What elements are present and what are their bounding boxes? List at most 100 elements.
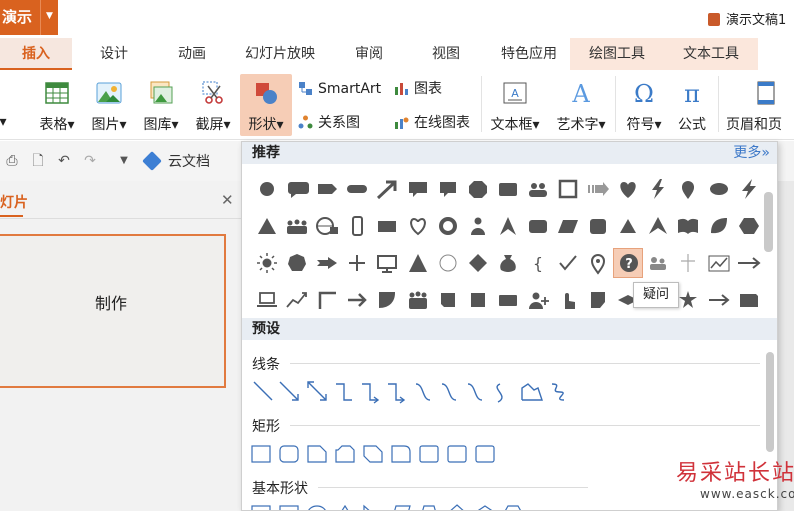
- thick-arrow-icon[interactable]: [312, 248, 342, 278]
- oval-icon[interactable]: [308, 505, 326, 511]
- question-bubble-icon[interactable]: ?: [613, 248, 644, 278]
- folded-corner-icon[interactable]: [583, 285, 613, 315]
- touch-hand-icon[interactable]: [553, 285, 583, 315]
- round-same-side-rectangle-icon[interactable]: [447, 445, 467, 463]
- shapes-button[interactable]: 形状▾: [240, 74, 292, 136]
- circle-outline-icon[interactable]: [433, 248, 463, 278]
- app-menu-button[interactable]: 演示 ▼: [0, 0, 58, 35]
- person-icon[interactable]: [463, 211, 493, 241]
- heptagon-icon[interactable]: [282, 248, 312, 278]
- thin-cross-icon[interactable]: [673, 248, 703, 278]
- tab-review[interactable]: 审阅: [338, 38, 400, 70]
- snip-round-rectangle-icon[interactable]: [391, 445, 411, 463]
- tab-drawing-tools[interactable]: 绘图工具: [570, 38, 664, 70]
- cloud-document-button[interactable]: 云文档: [142, 151, 210, 173]
- sun-icon[interactable]: [252, 248, 282, 278]
- triangle-icon[interactable]: [336, 504, 354, 511]
- tab-features[interactable]: 特色应用: [488, 38, 570, 70]
- octagon-icon[interactable]: [463, 174, 493, 204]
- online-chart-button[interactable]: 在线图表: [394, 112, 470, 134]
- long-arrow-icon[interactable]: [734, 248, 764, 278]
- callout-rect-icon[interactable]: [433, 174, 463, 204]
- curve-icon[interactable]: [496, 383, 503, 403]
- close-icon[interactable]: ✕: [221, 191, 234, 209]
- brace-icon[interactable]: {: [523, 248, 553, 278]
- vertical-textbox-icon[interactable]: [279, 505, 299, 511]
- parallelogram-icon[interactable]: [553, 211, 583, 241]
- arrowhead-icon[interactable]: [643, 211, 673, 241]
- globe-network-icon[interactable]: [312, 211, 342, 241]
- arrow-line-icon[interactable]: [279, 381, 299, 401]
- textbox-button[interactable]: A 文本框▾: [484, 74, 546, 136]
- smartart-button[interactable]: SmartArt: [298, 78, 381, 100]
- print-preview-icon[interactable]: 🗋: [30, 153, 46, 169]
- textbox-shape-icon[interactable]: [251, 505, 271, 511]
- hexagon-icon[interactable]: [504, 505, 522, 511]
- shapes-scrollbar[interactable]: [764, 192, 773, 252]
- rounded-square-icon[interactable]: [583, 211, 613, 241]
- snip-corner-rectangle-icon[interactable]: [307, 445, 327, 463]
- trapezoid-icon[interactable]: [420, 505, 438, 511]
- undo-icon[interactable]: ↶: [56, 153, 72, 169]
- more-shapes-link[interactable]: 更多»: [733, 142, 770, 164]
- square-icon[interactable]: [463, 285, 493, 315]
- chevron-down-icon[interactable]: ▼: [40, 0, 58, 35]
- parallelogram-icon[interactable]: [392, 505, 411, 511]
- arrowhead-up-icon[interactable]: [493, 211, 523, 241]
- curve-double-arrow-icon[interactable]: [467, 383, 483, 401]
- flat-rect-icon[interactable]: [372, 211, 402, 241]
- table-button[interactable]: 表格▾: [32, 74, 82, 136]
- rect-rounded-icon[interactable]: [493, 174, 523, 204]
- print-icon[interactable]: ⎙: [4, 153, 20, 169]
- header-footer-button[interactable]: 页眉和页: [726, 74, 794, 136]
- scribble-icon[interactable]: [551, 383, 565, 401]
- rounded-rectangle-icon[interactable]: [279, 445, 299, 463]
- preset-scrollbar[interactable]: [766, 352, 774, 452]
- triangle-small-icon[interactable]: [613, 211, 643, 241]
- line-shape-icon[interactable]: [253, 381, 273, 401]
- hexagon-icon[interactable]: [734, 211, 764, 241]
- rounded-bar-icon[interactable]: [342, 174, 372, 204]
- diamond-icon[interactable]: [448, 504, 466, 511]
- symbol-button[interactable]: Ω 符号▾: [620, 74, 668, 136]
- heart-outline-icon[interactable]: [403, 211, 433, 241]
- chart-button[interactable]: 图表: [394, 78, 442, 100]
- round-diagonal-rectangle-icon[interactable]: [475, 445, 495, 463]
- donut-icon[interactable]: [433, 211, 463, 241]
- card-icon[interactable]: [523, 211, 553, 241]
- ellipse-icon[interactable]: [704, 174, 734, 204]
- right-triangle-icon[interactable]: [363, 504, 380, 511]
- screenshot-button[interactable]: 截屏▾: [188, 74, 238, 136]
- right-arrow-icon[interactable]: [342, 285, 372, 315]
- diagonal-arrow-icon[interactable]: [372, 174, 402, 204]
- trend-line-icon[interactable]: [282, 285, 312, 315]
- striped-arrow-icon[interactable]: [583, 174, 613, 204]
- quarter-shape-icon[interactable]: [372, 285, 402, 315]
- tab-rect-icon[interactable]: [734, 285, 764, 315]
- double-arrow-line-icon[interactable]: [307, 381, 327, 401]
- speech-bubble-icon[interactable]: [282, 174, 312, 204]
- callout-icon[interactable]: [403, 174, 433, 204]
- lightning-icon[interactable]: [643, 174, 673, 204]
- wordart-button[interactable]: A 艺术字▾: [550, 74, 612, 136]
- leaf-shape-icon[interactable]: [704, 211, 734, 241]
- people-icon[interactable]: [523, 174, 553, 204]
- slide-thumbnail[interactable]: 制作: [0, 234, 226, 388]
- pyramid-icon[interactable]: [403, 248, 433, 278]
- rectangle-icon[interactable]: [251, 445, 271, 463]
- curve-connector-icon[interactable]: [415, 383, 431, 401]
- lightning-bolt-icon[interactable]: [734, 174, 764, 204]
- pentagon-icon[interactable]: [476, 505, 494, 511]
- heart-icon[interactable]: [613, 174, 643, 204]
- tab-text-tools[interactable]: 文本工具: [664, 38, 758, 70]
- tag-rect-icon[interactable]: [433, 285, 463, 315]
- crowd-icon[interactable]: [282, 211, 312, 241]
- picture-button[interactable]: 图片▾: [84, 74, 134, 136]
- group-people-icon[interactable]: [643, 248, 673, 278]
- formula-button[interactable]: π 公式: [670, 74, 714, 136]
- tab-slideshow[interactable]: 幻灯片放映: [236, 38, 324, 70]
- arrow-right-thin-icon[interactable]: [704, 285, 734, 315]
- team-icon[interactable]: [403, 285, 433, 315]
- redo-icon[interactable]: ↷: [82, 153, 98, 169]
- add-user-icon[interactable]: [523, 285, 553, 315]
